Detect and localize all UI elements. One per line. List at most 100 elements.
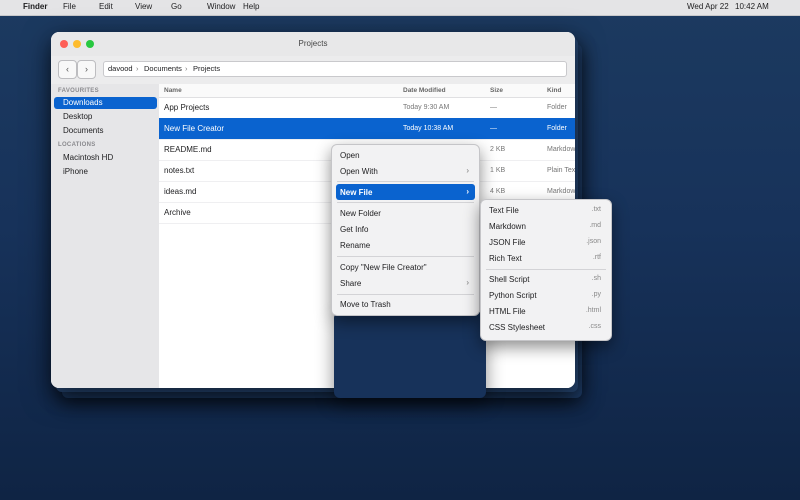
menu-item-extension: .json [586,238,601,245]
menu-separator [337,294,474,295]
sidebar-section-favourites: FAVOURITES [58,88,99,94]
column-size[interactable]: Size [490,87,503,94]
menu-item-share[interactable]: Share › [336,275,475,291]
menu-item-extension: .txt [591,206,601,213]
table-row-selected[interactable]: New File Creator Today 10:38 AM — Folder [159,118,575,140]
menu-item-extension: .sh [591,275,601,282]
menu-go[interactable]: Go [171,2,182,11]
menu-item-label: New File [340,188,373,197]
table-row[interactable]: App Projects Today 9:30 AM — Folder [159,97,575,119]
menu-bar: Finder File Edit View Go Window Help Wed… [0,0,800,16]
sidebar-section-locations: LOCATIONS [58,142,96,148]
row-size: 4 KB [490,188,506,195]
menu-item-label: JSON File [489,238,526,247]
menu-item-label: HTML File [489,307,526,316]
menu-edit[interactable]: Edit [99,2,113,11]
row-name: Archive [164,208,191,217]
path-bar[interactable]: davood › Documents › Projects [103,61,567,77]
menu-item-extension: .html [585,307,601,314]
toolbar: ‹ › davood › Documents › Projects [51,56,575,85]
menu-view[interactable]: View [135,2,152,11]
menu-item-open-with[interactable]: Open With › [336,163,475,179]
menu-item-move-to-trash[interactable]: Move to Trash [336,296,475,312]
row-size: — [490,125,497,132]
row-name: README.md [164,145,212,154]
context-menu: Open Open With › New File › New Folder Get… [331,144,480,316]
new-file-submenu: Text File .txt Markdown .md JSON File .json… [480,199,612,341]
sidebar-item-desktop[interactable]: Desktop [54,111,157,123]
row-kind: Plain Text [547,167,575,174]
chevron-right-icon: › [466,187,469,196]
row-kind: Markdown [547,146,575,153]
menu-item-copy[interactable]: Copy "New File Creator" [336,259,475,275]
row-name: notes.txt [164,166,195,175]
submenu-item-css-stylesheet[interactable]: CSS Stylesheet .css [485,319,607,335]
submenu-item-rich-text[interactable]: Rich Text .rtf [485,250,607,266]
menu-separator [337,256,474,257]
row-date: Today 9:30 AM [403,104,450,111]
row-name: New File Creator [164,124,225,133]
menu-separator [337,202,474,203]
menu-item-label: Text File [489,206,519,215]
menu-item-label: Get Info [340,225,369,234]
row-date: Today 10:38 AM [403,125,454,132]
submenu-item-json-file[interactable]: JSON File .json [485,234,607,250]
menu-item-label: Open [340,151,360,160]
sidebar-item-documents[interactable]: Documents [54,125,157,137]
menu-item-open[interactable]: Open [336,147,475,163]
menu-file[interactable]: File [63,2,76,11]
row-kind: Markdown [547,188,575,195]
menu-item-label: CSS Stylesheet [489,323,546,332]
column-header: Name Date Modified Size Kind [159,84,575,98]
row-size: 2 KB [490,146,506,153]
sidebar-item-label: Desktop [63,112,93,121]
menu-item-extension: .css [588,323,601,330]
window-title: Projects [298,39,328,48]
row-kind: Folder [547,104,567,111]
menubar-date[interactable]: Wed Apr 22 [687,2,729,11]
menu-item-label: Move to Trash [340,300,391,309]
back-button[interactable]: ‹ [58,60,77,79]
submenu-item-text-file[interactable]: Text File .txt [485,202,607,218]
row-size: — [490,104,497,111]
submenu-item-html-file[interactable]: HTML File .html [485,303,607,319]
path-segment[interactable]: davood [108,64,133,73]
menu-item-label: Markdown [489,222,526,231]
sidebar-item-label: iPhone [63,167,88,176]
menu-app-finder[interactable]: Finder [23,2,47,11]
forward-button[interactable]: › [77,60,96,79]
menu-separator [486,269,606,270]
row-kind: Folder [547,125,567,132]
menu-item-label: Share [340,279,362,288]
menu-item-label: Copy "New File Creator" [340,263,427,272]
menu-item-label: Open With [340,167,378,176]
menu-item-new-folder[interactable]: New Folder [336,205,475,221]
submenu-item-python-script[interactable]: Python Script .py [485,287,607,303]
sidebar-item-label: Downloads [63,98,103,107]
path-segment[interactable]: Projects [193,64,220,73]
path-separator: › [136,64,139,73]
menu-separator [337,181,474,182]
menu-item-label: Rich Text [489,254,522,263]
menu-help[interactable]: Help [243,2,259,11]
menu-item-get-info[interactable]: Get Info [336,221,475,237]
menu-item-label: Rename [340,241,371,250]
column-name[interactable]: Name [164,87,182,94]
menu-item-new-file[interactable]: New File › [336,184,475,200]
menu-item-extension: .md [589,222,601,229]
menu-item-rename[interactable]: Rename [336,237,475,253]
sidebar-item-iphone[interactable]: iPhone [54,166,157,178]
column-date-modified[interactable]: Date Modified [403,87,446,94]
chevron-right-icon: › [466,278,469,287]
menu-window[interactable]: Window [207,2,235,11]
submenu-item-markdown[interactable]: Markdown .md [485,218,607,234]
sidebar-item-label: Macintosh HD [63,153,114,162]
sidebar: FAVOURITES Downloads Desktop Documents L… [51,84,160,388]
path-segment[interactable]: Documents [144,64,182,73]
column-kind[interactable]: Kind [547,87,561,94]
sidebar-item-macintosh-hd[interactable]: Macintosh HD [54,152,157,164]
row-name: ideas.md [164,187,197,196]
sidebar-item-downloads[interactable]: Downloads [54,97,157,109]
submenu-item-shell-script[interactable]: Shell Script .sh [485,271,607,287]
menubar-time[interactable]: 10:42 AM [735,2,769,11]
